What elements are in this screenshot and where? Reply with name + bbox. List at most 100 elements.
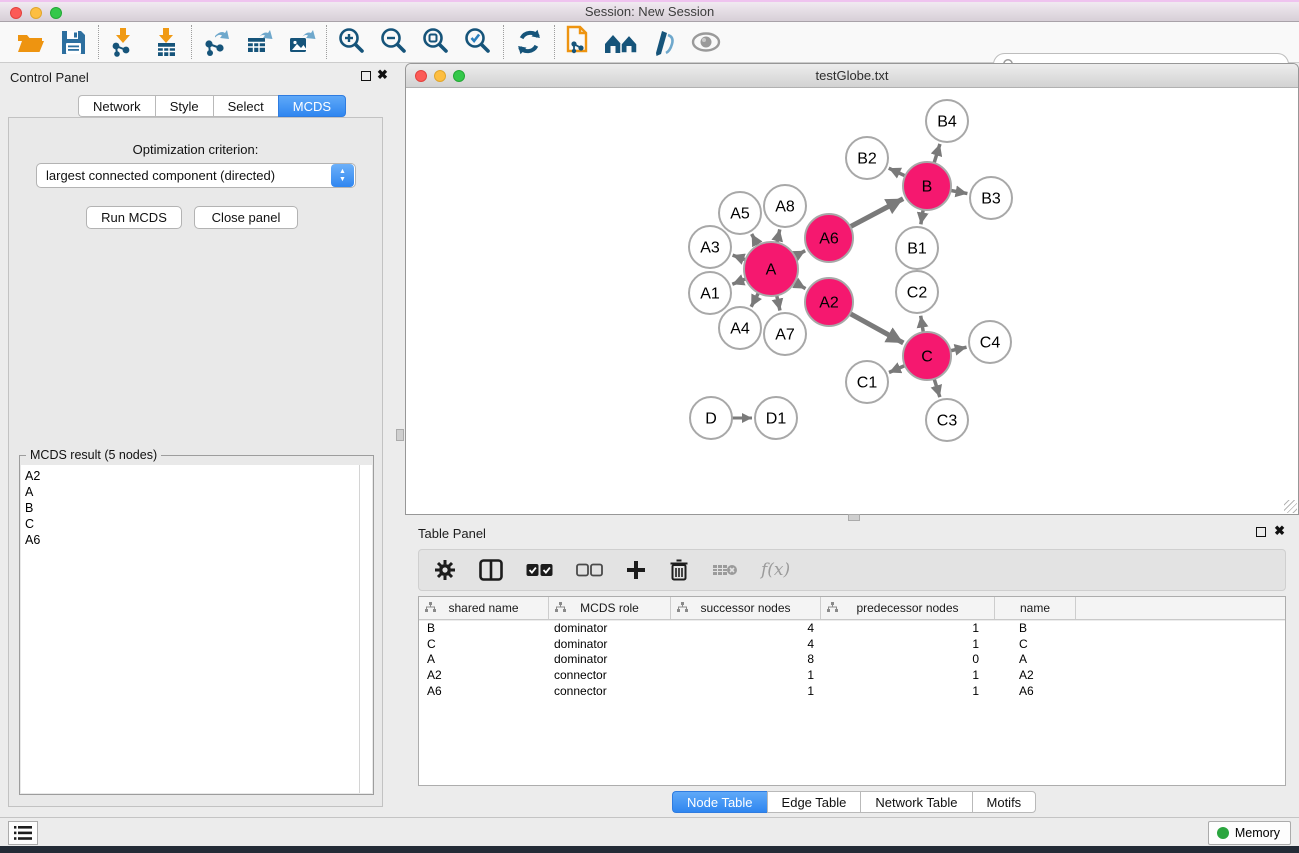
node-C4[interactable]: C4 (969, 321, 1011, 363)
node-C[interactable]: C (903, 332, 951, 380)
mcds-result-item[interactable]: B (25, 500, 359, 516)
node-A2[interactable]: A2 (805, 278, 853, 326)
tab-edge-table[interactable]: Edge Table (767, 791, 861, 813)
node-A7[interactable]: A7 (764, 313, 806, 355)
open-session-button[interactable] (10, 24, 52, 60)
tab-motifs[interactable]: Motifs (972, 791, 1037, 813)
edge-C-C2[interactable] (921, 316, 924, 334)
mcds-result-item[interactable]: A (25, 484, 359, 500)
clone-network-button[interactable] (559, 24, 601, 60)
node-B1[interactable]: B1 (896, 227, 938, 269)
edge-A2-C[interactable] (849, 313, 903, 343)
edge-B-B2[interactable] (889, 168, 906, 176)
edge-A6-B[interactable] (849, 199, 903, 228)
tab-mcds[interactable]: MCDS (278, 95, 346, 117)
edge-B-B3[interactable] (950, 190, 968, 193)
node-B2[interactable]: B2 (846, 137, 888, 179)
save-session-button[interactable] (52, 24, 94, 60)
edge-C-C1[interactable] (889, 365, 906, 372)
edge-B-B4[interactable] (934, 144, 940, 164)
node-B3[interactable]: B3 (970, 177, 1012, 219)
node-D1[interactable]: D1 (755, 397, 797, 439)
zoom-in-button[interactable] (331, 24, 373, 60)
node-A3[interactable]: A3 (689, 226, 731, 268)
float-panel-icon[interactable] (361, 71, 371, 81)
column-header[interactable]: MCDS role (549, 597, 671, 619)
eye-button[interactable] (685, 24, 727, 60)
node-C2[interactable]: C2 (896, 271, 938, 313)
edge-C-C4[interactable] (949, 347, 966, 351)
zoom-view-icon[interactable] (453, 70, 465, 82)
edge-A-A7[interactable] (776, 294, 779, 310)
resize-grip-icon[interactable] (1284, 500, 1297, 513)
run-mcds-button[interactable]: Run MCDS (86, 206, 182, 229)
vertical-divider-handle[interactable] (396, 429, 404, 441)
close-table-panel-icon[interactable]: ✖ (1274, 523, 1285, 539)
column-header[interactable]: name (995, 597, 1076, 619)
task-history-button[interactable] (8, 821, 38, 845)
node-A6[interactable]: A6 (805, 214, 853, 262)
table-row[interactable]: Adominator80A (419, 652, 1285, 668)
network-canvas[interactable]: B4B2BB3A8A5A6B1A3AA1C2A2A4A7C4CC1C3DD1 (406, 89, 1298, 514)
node-B[interactable]: B (903, 162, 951, 210)
mcds-result-item[interactable]: C (25, 516, 359, 532)
close-panel-icon[interactable]: ✖ (377, 67, 388, 83)
mcds-result-list[interactable]: A2ABCA6 (21, 465, 359, 793)
zoom-out-button[interactable] (373, 24, 415, 60)
refresh-button[interactable] (508, 24, 550, 60)
memory-button[interactable]: Memory (1208, 821, 1291, 845)
table-row[interactable]: Cdominator41C (419, 636, 1285, 652)
network-window-titlebar[interactable]: testGlobe.txt (406, 64, 1298, 88)
import-table-button[interactable] (145, 24, 187, 60)
column-header[interactable]: successor nodes (671, 597, 821, 619)
edge-C-C3[interactable] (934, 378, 940, 397)
mcds-result-item[interactable]: A2 (25, 468, 359, 484)
tab-select[interactable]: Select (213, 95, 278, 117)
mcds-result-item[interactable]: A6 (25, 532, 359, 548)
minimize-window-icon[interactable] (30, 7, 42, 19)
node-D[interactable]: D (690, 397, 732, 439)
column-header[interactable]: predecessor nodes (821, 597, 995, 619)
edge-B-B1[interactable] (921, 209, 924, 225)
validator-button[interactable] (643, 24, 685, 60)
node-table[interactable]: shared nameMCDS rolesuccessor nodesprede… (418, 596, 1286, 786)
delete-table-button[interactable] (712, 562, 738, 578)
close-view-icon[interactable] (415, 70, 427, 82)
scrollbar-track[interactable] (359, 465, 372, 793)
export-table-button[interactable] (238, 24, 280, 60)
node-C3[interactable]: C3 (926, 399, 968, 441)
node-A5[interactable]: A5 (719, 192, 761, 234)
import-network-button[interactable] (103, 24, 145, 60)
deselect-all-button[interactable] (576, 563, 603, 577)
zoom-fit-button[interactable] (415, 24, 457, 60)
column-header[interactable]: shared name (419, 597, 549, 619)
edge-A-A8[interactable] (777, 229, 780, 243)
select-all-button[interactable] (526, 563, 553, 577)
minimize-view-icon[interactable] (434, 70, 446, 82)
split-panel-button[interactable] (479, 559, 503, 581)
edge-A-A4[interactable] (751, 292, 759, 307)
zoom-selected-button[interactable] (457, 24, 499, 60)
tab-network-table[interactable]: Network Table (860, 791, 971, 813)
edge-A-A2[interactable] (794, 282, 806, 289)
tab-style[interactable]: Style (155, 95, 213, 117)
node-A[interactable]: A (744, 242, 798, 296)
node-B4[interactable]: B4 (926, 100, 968, 142)
node-A1[interactable]: A1 (689, 272, 731, 314)
float-table-panel-icon[interactable] (1256, 527, 1266, 537)
edge-A-A1[interactable] (732, 279, 746, 285)
table-row[interactable]: A2connector11A2 (419, 667, 1285, 683)
table-settings-button[interactable] (434, 559, 456, 581)
table-row[interactable]: A6connector11A6 (419, 683, 1285, 699)
export-network-button[interactable] (196, 24, 238, 60)
function-builder-button[interactable]: f(x) (761, 560, 790, 580)
table-row[interactable]: Bdominator41B (419, 620, 1285, 636)
add-column-button[interactable] (626, 560, 646, 580)
tab-network[interactable]: Network (78, 95, 155, 117)
close-window-icon[interactable] (10, 7, 22, 19)
edge-A-A5[interactable] (752, 234, 759, 246)
zoom-window-icon[interactable] (50, 7, 62, 19)
criterion-dropdown[interactable]: largest connected component (directed) ▲… (36, 163, 356, 188)
export-image-button[interactable] (280, 24, 322, 60)
close-panel-button[interactable]: Close panel (194, 206, 298, 229)
